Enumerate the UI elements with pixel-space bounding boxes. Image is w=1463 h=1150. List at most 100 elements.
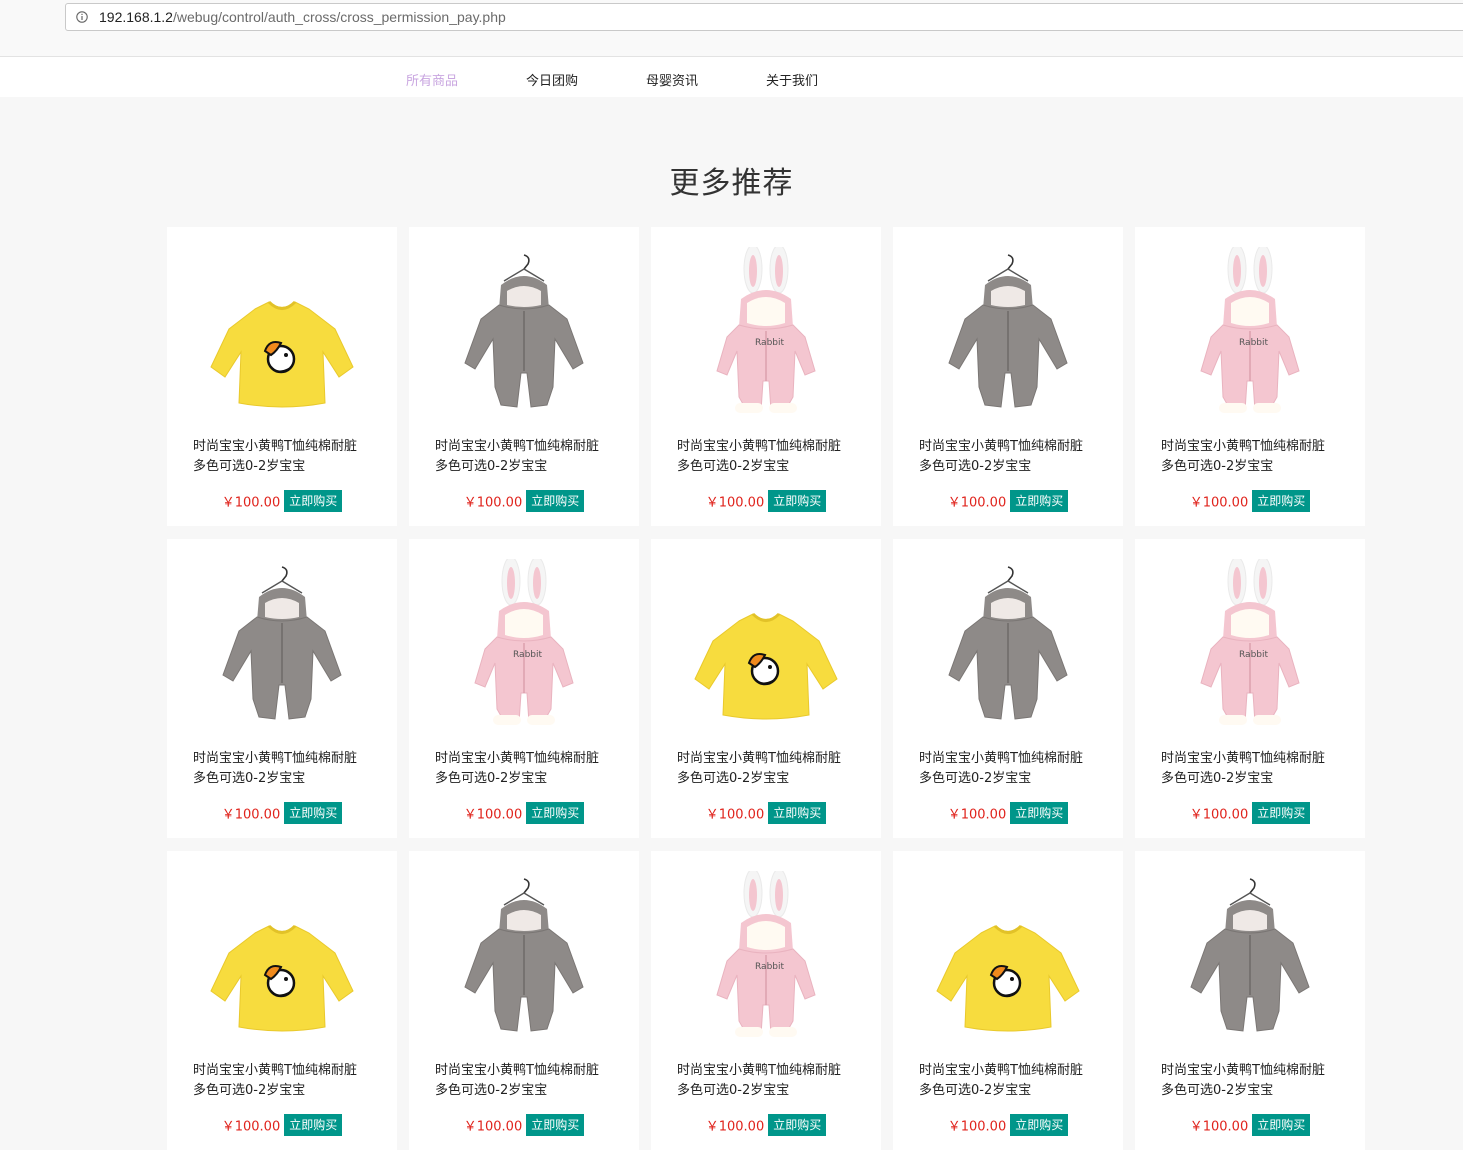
product-name[interactable]: 时尚宝宝小黄鸭T恤纯棉耐脏 多色可选0-2岁宝宝 <box>919 1061 1104 1101</box>
pink-bunny-romper-image[interactable]: Rabbit <box>449 556 599 739</box>
product-name[interactable]: 时尚宝宝小黄鸭T恤纯棉耐脏 多色可选0-2岁宝宝 <box>435 437 620 477</box>
price-row: ￥100.00 立即购买 <box>651 802 881 824</box>
product-card[interactable]: 时尚宝宝小黄鸭T恤纯棉耐脏 多色可选0-2岁宝宝 ￥100.00 立即购买 <box>409 227 639 526</box>
product-card[interactable]: 时尚宝宝小黄鸭T恤纯棉耐脏 多色可选0-2岁宝宝 ￥100.00 立即购买 <box>167 227 397 526</box>
gray-fleece-romper-image[interactable] <box>449 247 599 427</box>
product-price: ￥100.00 <box>705 495 765 511</box>
product-price: ￥100.00 <box>463 807 523 823</box>
gray-fleece-romper-image[interactable] <box>933 247 1083 427</box>
product-name-line2: 多色可选0-2岁宝宝 <box>677 1083 790 1098</box>
info-icon[interactable] <box>76 11 88 23</box>
price-row: ￥100.00 立即购买 <box>651 490 881 512</box>
product-name[interactable]: 时尚宝宝小黄鸭T恤纯棉耐脏 多色可选0-2岁宝宝 <box>1161 437 1346 477</box>
gray-fleece-romper-image[interactable] <box>1175 871 1325 1051</box>
url-text[interactable]: 192.168.1.2/webug/control/auth_cross/cro… <box>99 9 506 25</box>
yellow-duck-shirt-image[interactable] <box>207 247 357 427</box>
product-card[interactable]: 时尚宝宝小黄鸭T恤纯棉耐脏 多色可选0-2岁宝宝 ￥100.00 立即购买 <box>1135 851 1365 1150</box>
product-card[interactable]: Rabbit 时尚宝宝小黄鸭T恤纯棉耐脏 多色可选0-2岁宝宝 ￥100.00 立… <box>651 227 881 526</box>
product-card[interactable]: 时尚宝宝小黄鸭T恤纯棉耐脏 多色可选0-2岁宝宝 ￥100.00 立即购买 <box>893 227 1123 526</box>
product-name-line1: 时尚宝宝小黄鸭T恤纯棉耐脏 <box>435 1063 599 1078</box>
product-name-line2: 多色可选0-2岁宝宝 <box>1161 459 1274 474</box>
nav-group-buy[interactable]: 今日团购 <box>526 70 578 89</box>
product-price: ￥100.00 <box>1189 1119 1249 1135</box>
product-name-line1: 时尚宝宝小黄鸭T恤纯棉耐脏 <box>1161 439 1325 454</box>
product-name-line2: 多色可选0-2岁宝宝 <box>193 771 306 786</box>
buy-now-button[interactable]: 立即购买 <box>1010 1114 1069 1136</box>
gray-fleece-romper-image[interactable] <box>933 559 1083 739</box>
product-card[interactable]: Rabbit 时尚宝宝小黄鸭T恤纯棉耐脏 多色可选0-2岁宝宝 ￥100.00 立… <box>1135 539 1365 838</box>
svg-text:Rabbit: Rabbit <box>755 338 784 348</box>
product-card[interactable]: 时尚宝宝小黄鸭T恤纯棉耐脏 多色可选0-2岁宝宝 ￥100.00 立即购买 <box>893 539 1123 838</box>
price-row: ￥100.00 立即购买 <box>651 1114 881 1136</box>
product-name[interactable]: 时尚宝宝小黄鸭T恤纯棉耐脏 多色可选0-2岁宝宝 <box>677 437 862 477</box>
gray-fleece-romper-image[interactable] <box>449 871 599 1051</box>
buy-now-button[interactable]: 立即购买 <box>1252 802 1311 824</box>
product-name[interactable]: 时尚宝宝小黄鸭T恤纯棉耐脏 多色可选0-2岁宝宝 <box>193 749 378 789</box>
gray-fleece-romper-image[interactable] <box>207 559 357 739</box>
nav-baby-news[interactable]: 母婴资讯 <box>646 70 698 89</box>
product-card[interactable]: 时尚宝宝小黄鸭T恤纯棉耐脏 多色可选0-2岁宝宝 ￥100.00 立即购买 <box>409 851 639 1150</box>
yellow-duck-shirt-image[interactable] <box>691 559 841 739</box>
price-row: ￥100.00 立即购买 <box>1135 802 1365 824</box>
product-name[interactable]: 时尚宝宝小黄鸭T恤纯棉耐脏 多色可选0-2岁宝宝 <box>435 1061 620 1101</box>
buy-now-button[interactable]: 立即购买 <box>1252 1114 1311 1136</box>
yellow-duck-shirt-image[interactable] <box>207 871 357 1051</box>
product-name-line1: 时尚宝宝小黄鸭T恤纯棉耐脏 <box>1161 751 1325 766</box>
product-price: ￥100.00 <box>463 1119 523 1135</box>
product-name[interactable]: 时尚宝宝小黄鸭T恤纯棉耐脏 多色可选0-2岁宝宝 <box>193 437 378 477</box>
product-card[interactable]: 时尚宝宝小黄鸭T恤纯棉耐脏 多色可选0-2岁宝宝 ￥100.00 立即购买 <box>893 851 1123 1150</box>
pink-bunny-romper-image[interactable]: Rabbit <box>1175 556 1325 739</box>
product-name[interactable]: 时尚宝宝小黄鸭T恤纯棉耐脏 多色可选0-2岁宝宝 <box>1161 1061 1346 1101</box>
buy-now-button[interactable]: 立即购买 <box>1010 490 1069 512</box>
product-name-line2: 多色可选0-2岁宝宝 <box>677 771 790 786</box>
product-name[interactable]: 时尚宝宝小黄鸭T恤纯棉耐脏 多色可选0-2岁宝宝 <box>677 1061 862 1101</box>
pink-bunny-romper-image[interactable]: Rabbit <box>1175 244 1325 427</box>
product-card[interactable]: Rabbit 时尚宝宝小黄鸭T恤纯棉耐脏 多色可选0-2岁宝宝 ￥100.00 立… <box>409 539 639 838</box>
product-card[interactable]: 时尚宝宝小黄鸭T恤纯棉耐脏 多色可选0-2岁宝宝 ￥100.00 立即购买 <box>167 851 397 1150</box>
nav-about-us[interactable]: 关于我们 <box>766 70 818 89</box>
buy-now-button[interactable]: 立即购买 <box>526 1114 585 1136</box>
yellow-duck-shirt-image[interactable] <box>933 871 1083 1051</box>
svg-text:Rabbit: Rabbit <box>1239 650 1268 660</box>
product-name[interactable]: 时尚宝宝小黄鸭T恤纯棉耐脏 多色可选0-2岁宝宝 <box>919 437 1104 477</box>
product-name[interactable]: 时尚宝宝小黄鸭T恤纯棉耐脏 多色可选0-2岁宝宝 <box>193 1061 378 1101</box>
pink-bunny-romper-image[interactable]: Rabbit <box>691 868 841 1051</box>
url-host: 192.168.1.2 <box>99 9 173 25</box>
buy-now-button[interactable]: 立即购买 <box>284 802 343 824</box>
product-price: ￥100.00 <box>1189 495 1249 511</box>
price-row: ￥100.00 立即购买 <box>167 802 397 824</box>
buy-now-button[interactable]: 立即购买 <box>768 490 827 512</box>
pink-bunny-romper-image[interactable]: Rabbit <box>691 244 841 427</box>
product-name-line1: 时尚宝宝小黄鸭T恤纯棉耐脏 <box>919 439 1083 454</box>
price-row: ￥100.00 立即购买 <box>409 1114 639 1136</box>
product-name-line2: 多色可选0-2岁宝宝 <box>193 1083 306 1098</box>
buy-now-button[interactable]: 立即购买 <box>284 490 343 512</box>
product-name-line2: 多色可选0-2岁宝宝 <box>193 459 306 474</box>
buy-now-button[interactable]: 立即购买 <box>768 1114 827 1136</box>
product-name[interactable]: 时尚宝宝小黄鸭T恤纯棉耐脏 多色可选0-2岁宝宝 <box>919 749 1104 789</box>
buy-now-button[interactable]: 立即购买 <box>1010 802 1069 824</box>
product-price: ￥100.00 <box>221 807 281 823</box>
product-price: ￥100.00 <box>463 495 523 511</box>
buy-now-button[interactable]: 立即购买 <box>526 802 585 824</box>
product-name-line2: 多色可选0-2岁宝宝 <box>1161 1083 1274 1098</box>
product-price: ￥100.00 <box>705 1119 765 1135</box>
product-name-line2: 多色可选0-2岁宝宝 <box>1161 771 1274 786</box>
price-row: ￥100.00 立即购买 <box>409 802 639 824</box>
buy-now-button[interactable]: 立即购买 <box>768 802 827 824</box>
product-card[interactable]: 时尚宝宝小黄鸭T恤纯棉耐脏 多色可选0-2岁宝宝 ￥100.00 立即购买 <box>651 539 881 838</box>
product-price: ￥100.00 <box>705 807 765 823</box>
product-name[interactable]: 时尚宝宝小黄鸭T恤纯棉耐脏 多色可选0-2岁宝宝 <box>677 749 862 789</box>
nav-all-products[interactable]: 所有商品 <box>406 70 458 89</box>
address-bar[interactable]: 192.168.1.2/webug/control/auth_cross/cro… <box>65 3 1463 31</box>
product-name[interactable]: 时尚宝宝小黄鸭T恤纯棉耐脏 多色可选0-2岁宝宝 <box>435 749 620 789</box>
buy-now-button[interactable]: 立即购买 <box>284 1114 343 1136</box>
product-name[interactable]: 时尚宝宝小黄鸭T恤纯棉耐脏 多色可选0-2岁宝宝 <box>1161 749 1346 789</box>
product-card[interactable]: 时尚宝宝小黄鸭T恤纯棉耐脏 多色可选0-2岁宝宝 ￥100.00 立即购买 <box>167 539 397 838</box>
product-name-line2: 多色可选0-2岁宝宝 <box>677 459 790 474</box>
product-price: ￥100.00 <box>221 1119 281 1135</box>
buy-now-button[interactable]: 立即购买 <box>1252 490 1311 512</box>
product-card[interactable]: Rabbit 时尚宝宝小黄鸭T恤纯棉耐脏 多色可选0-2岁宝宝 ￥100.00 立… <box>651 851 881 1150</box>
product-card[interactable]: Rabbit 时尚宝宝小黄鸭T恤纯棉耐脏 多色可选0-2岁宝宝 ￥100.00 立… <box>1135 227 1365 526</box>
buy-now-button[interactable]: 立即购买 <box>526 490 585 512</box>
